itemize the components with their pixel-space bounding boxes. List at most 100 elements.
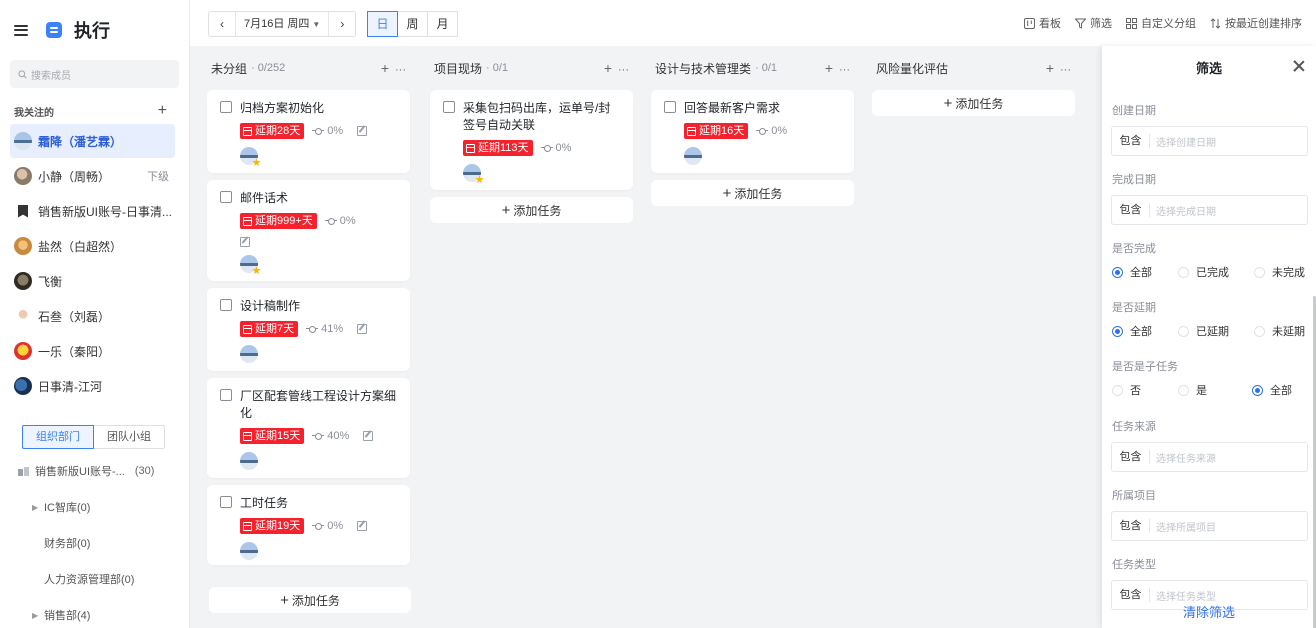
expand-icon[interactable]: ▶ bbox=[32, 503, 44, 512]
task-card[interactable]: 工时任务 延期19天 0% bbox=[207, 485, 410, 565]
task-checkbox[interactable] bbox=[220, 299, 232, 311]
tab-team[interactable]: 团队小组 bbox=[94, 425, 165, 449]
date-picker[interactable]: 7月16日 周四 ▼ bbox=[235, 12, 330, 36]
star-icon bbox=[475, 175, 484, 184]
member-item[interactable]: 霜降（潘艺霖） bbox=[10, 124, 175, 158]
task-checkbox[interactable] bbox=[220, 101, 232, 113]
more-icon[interactable]: ··· bbox=[395, 64, 406, 76]
clear-filter-button[interactable]: 清除筛选 bbox=[1102, 598, 1316, 628]
member-item[interactable]: 一乐（秦阳） bbox=[10, 334, 175, 368]
radio-option[interactable]: 否 bbox=[1112, 382, 1178, 398]
close-icon[interactable] bbox=[1292, 59, 1306, 73]
member-item[interactable]: 盐然（白超然） bbox=[10, 229, 175, 263]
create-date-select[interactable]: 包含 选择创建日期 bbox=[1111, 126, 1308, 156]
edit-icon[interactable] bbox=[240, 237, 250, 247]
tool-label: 自定义分组 bbox=[1141, 18, 1196, 30]
member-item[interactable]: 石叁（刘磊） bbox=[10, 299, 175, 333]
radio-option[interactable]: 是 bbox=[1178, 382, 1252, 398]
radio-option[interactable]: 全部 bbox=[1252, 382, 1292, 398]
add-follow-button[interactable]: + bbox=[158, 103, 167, 119]
date-label: 7月16日 周四 bbox=[244, 18, 310, 30]
task-source-select[interactable]: 包含 选择任务来源 bbox=[1111, 442, 1308, 472]
radio-icon bbox=[1178, 325, 1189, 337]
add-icon[interactable]: + bbox=[381, 60, 395, 76]
progress: 0% bbox=[756, 125, 787, 137]
add-task-button[interactable]: + 添加任务 bbox=[430, 197, 633, 223]
sort-button[interactable]: 按最近创建排序 bbox=[1210, 15, 1302, 31]
tab-org[interactable]: 组织部门 bbox=[22, 425, 94, 449]
radio-option[interactable]: 未延期 bbox=[1254, 323, 1305, 339]
add-task-button[interactable]: + 添加任务 bbox=[872, 90, 1075, 116]
period-month[interactable]: 月 bbox=[427, 11, 458, 37]
task-card[interactable]: 归档方案初始化 延期28天 0% bbox=[207, 90, 410, 173]
dept-item[interactable]: 财务部(0) bbox=[0, 525, 189, 561]
task-card[interactable]: 设计稿制作 延期7天 41% bbox=[207, 288, 410, 371]
dept-item[interactable]: ▶ IC智库(0) bbox=[0, 489, 189, 525]
menu-icon[interactable] bbox=[14, 24, 28, 36]
progress-text: 0% bbox=[327, 125, 344, 137]
operator-label[interactable]: 包含 bbox=[1112, 519, 1150, 533]
date-navigator: ‹ 7月16日 周四 ▼ › bbox=[208, 11, 357, 37]
expand-icon[interactable]: ▶ bbox=[32, 611, 44, 620]
radio-option[interactable]: 已延期 bbox=[1178, 323, 1254, 339]
add-task-button[interactable]: + 添加任务 bbox=[209, 587, 411, 613]
search-icon bbox=[18, 69, 27, 79]
complete-date-select[interactable]: 包含 选择完成日期 bbox=[1111, 195, 1308, 225]
operator-label[interactable]: 包含 bbox=[1112, 134, 1150, 148]
operator-label[interactable]: 包含 bbox=[1112, 450, 1150, 464]
operator-label[interactable]: 包含 bbox=[1112, 203, 1150, 217]
add-icon[interactable]: + bbox=[604, 60, 618, 76]
dept-item[interactable]: 人力资源管理部(0) bbox=[0, 561, 189, 597]
kanban-view-button[interactable]: 看板 bbox=[1024, 15, 1061, 31]
edit-icon[interactable] bbox=[357, 521, 368, 531]
task-card[interactable]: 厂区配套管线工程设计方案细化 延期15天 40% bbox=[207, 378, 410, 478]
star-icon bbox=[252, 158, 261, 167]
column-actions: +··· bbox=[381, 60, 406, 76]
task-card[interactable]: 邮件话术 延期999+天 0% bbox=[207, 180, 410, 281]
member-search-input[interactable]: 搜索成员 bbox=[10, 60, 179, 88]
task-title: 厂区配套管线工程设计方案细化 bbox=[240, 389, 397, 420]
delay-badge: 延期7天 bbox=[240, 321, 299, 337]
task-card[interactable]: 采集包扫码出库，运单号/封签号自动关联 延期113天 0% bbox=[430, 90, 633, 190]
filter-button[interactable]: 筛选 bbox=[1075, 15, 1112, 31]
tool-label: 按最近创建排序 bbox=[1225, 18, 1302, 30]
task-checkbox[interactable] bbox=[220, 496, 232, 508]
radio-icon bbox=[1178, 384, 1189, 396]
radio-option[interactable]: 已完成 bbox=[1178, 264, 1254, 280]
custom-group-button[interactable]: 自定义分组 bbox=[1126, 15, 1196, 31]
period-day[interactable]: 日 bbox=[367, 11, 398, 37]
next-date-button[interactable]: › bbox=[329, 17, 355, 31]
task-checkbox[interactable] bbox=[220, 191, 232, 203]
member-item[interactable]: 小静（周畅） 下级 bbox=[10, 159, 175, 193]
filter-panel: 筛选 创建日期 包含 选择创建日期 完成日期 包含 选择完成日期 是否完成 全部 已… bbox=[1102, 46, 1316, 628]
column-name: 未分组 bbox=[211, 61, 248, 76]
task-checkbox[interactable] bbox=[664, 101, 676, 113]
more-icon[interactable]: ··· bbox=[839, 64, 850, 76]
edit-icon[interactable] bbox=[357, 324, 368, 334]
member-item[interactable]: 销售新版UI账号-日事清... bbox=[10, 194, 175, 228]
radio-option[interactable]: 全部 bbox=[1112, 264, 1178, 280]
add-icon[interactable]: + bbox=[825, 60, 839, 76]
view-tools: 看板 筛选 自定义分组 按最近创建排序 bbox=[1010, 0, 1302, 46]
project-select[interactable]: 包含 选择所属项目 bbox=[1111, 511, 1308, 541]
radio-option[interactable]: 全部 bbox=[1112, 323, 1178, 339]
field-label: 是否完成 bbox=[1112, 243, 1156, 255]
dept-item[interactable]: ▶ 销售部(4) bbox=[0, 597, 189, 628]
member-item[interactable]: 飞衡 bbox=[10, 264, 175, 298]
field-placeholder: 选择任务来源 bbox=[1156, 453, 1216, 465]
more-icon[interactable]: ··· bbox=[1060, 64, 1071, 76]
member-item[interactable]: 日事清-江河 bbox=[10, 369, 175, 403]
prev-date-button[interactable]: ‹ bbox=[209, 17, 235, 31]
period-week[interactable]: 周 bbox=[397, 11, 428, 37]
task-checkbox[interactable] bbox=[443, 101, 455, 113]
add-icon[interactable]: + bbox=[1046, 60, 1060, 76]
radio-option[interactable]: 未完成 bbox=[1254, 264, 1305, 280]
org-root-item[interactable]: 销售新版UI账号-... (30) bbox=[0, 453, 189, 489]
task-card[interactable]: 回答最新客户需求 延期16天 0% bbox=[651, 90, 854, 173]
add-task-button[interactable]: + 添加任务 bbox=[651, 180, 854, 206]
more-icon[interactable]: ··· bbox=[618, 64, 629, 76]
task-checkbox[interactable] bbox=[220, 389, 232, 401]
edit-icon[interactable] bbox=[357, 126, 368, 136]
radio-checked-icon bbox=[1252, 384, 1263, 396]
edit-icon[interactable] bbox=[363, 431, 374, 441]
